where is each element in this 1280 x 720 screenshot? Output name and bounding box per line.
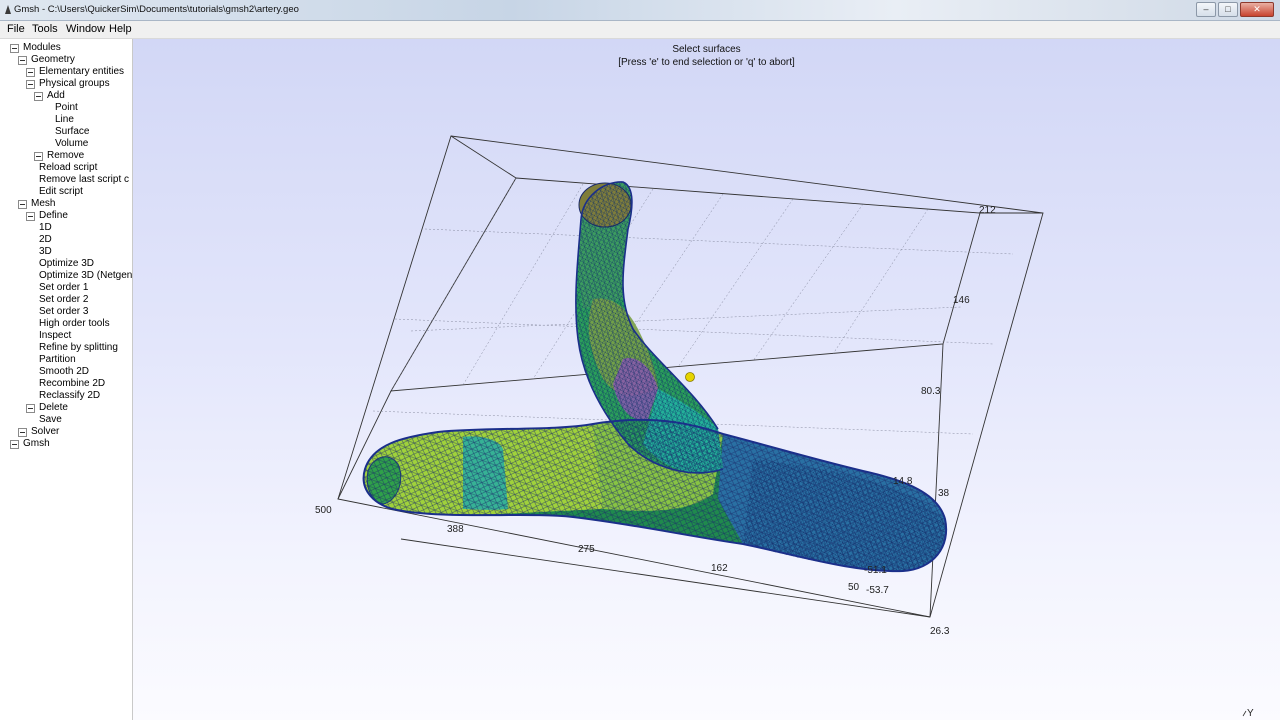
axis-label: 275 — [578, 544, 595, 555]
axis-triad: Y — [1242, 708, 1254, 719]
tree-label: Line — [55, 114, 74, 125]
tree-label: Point — [55, 102, 78, 113]
module-tree: Modules Geometry Elementary entities Phy… — [0, 39, 133, 720]
axis-triad-y-label: Y — [1247, 708, 1254, 719]
close-button[interactable]: ✕ — [1240, 2, 1274, 17]
tree-label: Save — [39, 414, 62, 425]
tree-label: Delete — [39, 402, 68, 413]
collapse-icon[interactable] — [10, 440, 19, 449]
collapse-icon[interactable] — [34, 92, 43, 101]
tree-label: Edit script — [39, 186, 83, 197]
maximize-button[interactable]: □ — [1218, 2, 1238, 17]
menu-bar: File Tools Window Help — [0, 21, 1280, 39]
menu-file[interactable]: File — [7, 23, 25, 35]
collapse-icon[interactable] — [18, 56, 27, 65]
collapse-icon[interactable] — [26, 80, 35, 89]
minimize-button[interactable]: – — [1196, 2, 1216, 17]
tree-label: Reclassify 2D — [39, 390, 101, 401]
axis-label: 500 — [315, 505, 332, 516]
axis-label: -51.1 — [864, 565, 887, 576]
collapse-icon[interactable] — [26, 212, 35, 221]
tree-label: Inspect — [39, 330, 72, 341]
tree-label: Geometry — [31, 54, 75, 65]
collapse-icon[interactable] — [26, 68, 35, 77]
axis-label: 388 — [447, 524, 464, 535]
tree-label: Remove last script c — [39, 174, 130, 185]
tree-label: 1D — [39, 222, 52, 233]
collapse-icon[interactable] — [34, 152, 43, 161]
tree-label: Remove — [47, 150, 85, 161]
tree-label: Optimize 3D (Netgen — [39, 270, 133, 281]
tree-label: High order tools — [39, 318, 110, 329]
rotation-center-marker — [685, 372, 695, 382]
axis-label: -53.7 — [866, 585, 889, 596]
tree-label: Optimize 3D — [39, 258, 95, 269]
tree-label: Surface — [55, 126, 90, 137]
axis-label: 38 — [938, 488, 950, 499]
collapse-icon[interactable] — [18, 200, 27, 209]
tree-label: Solver — [31, 426, 60, 437]
tree-label: 3D — [39, 246, 52, 257]
tree-label: Recombine 2D — [39, 378, 106, 389]
axis-label: 80.3 — [921, 386, 941, 397]
tree-label: Add — [47, 90, 65, 101]
axis-label: 212 — [979, 205, 996, 216]
tree-label: Set order 2 — [39, 294, 89, 305]
tree-label: Reload script — [39, 162, 98, 173]
tree-label: Gmsh — [23, 438, 50, 449]
axis-label: 26.3 — [930, 626, 950, 637]
artery-mesh[interactable] — [362, 181, 948, 573]
collapse-icon[interactable] — [10, 44, 19, 53]
tree-label: Set order 1 — [39, 282, 89, 293]
tree-label: Refine by splitting — [39, 342, 118, 353]
mesh-scene[interactable]: 500 388 275 162 50 212 146 80.3 14.8 26.… — [133, 39, 1280, 720]
graphics-viewport[interactable]: Select surfaces [Press 'e' to end select… — [133, 39, 1280, 720]
tree-label: Modules — [23, 42, 61, 53]
tree-label: Set order 3 — [39, 306, 89, 317]
axis-label: 146 — [953, 295, 970, 306]
menu-window[interactable]: Window — [66, 23, 105, 35]
menu-tools[interactable]: Tools — [32, 23, 58, 35]
menu-help[interactable]: Help — [109, 23, 132, 35]
gmsh-app-icon — [5, 5, 11, 14]
tree-label: Mesh — [31, 198, 56, 209]
title-bar: Gmsh - C:\Users\QuickerSim\Documents\tut… — [0, 0, 1280, 21]
window-title: Gmsh - C:\Users\QuickerSim\Documents\tut… — [14, 4, 299, 15]
collapse-icon[interactable] — [18, 428, 27, 437]
tree-label: Physical groups — [39, 78, 110, 89]
tree-label: Volume — [55, 138, 89, 149]
tree-label: 2D — [39, 234, 52, 245]
tree-label: Define — [39, 210, 68, 221]
axis-label: 14.8 — [893, 476, 913, 487]
tree-label: Partition — [39, 354, 76, 365]
tree-label: Elementary entities — [39, 66, 125, 77]
axis-label: 50 — [848, 582, 860, 593]
tree-label: Smooth 2D — [39, 366, 90, 377]
axis-label: 162 — [711, 563, 728, 574]
collapse-icon[interactable] — [26, 404, 35, 413]
